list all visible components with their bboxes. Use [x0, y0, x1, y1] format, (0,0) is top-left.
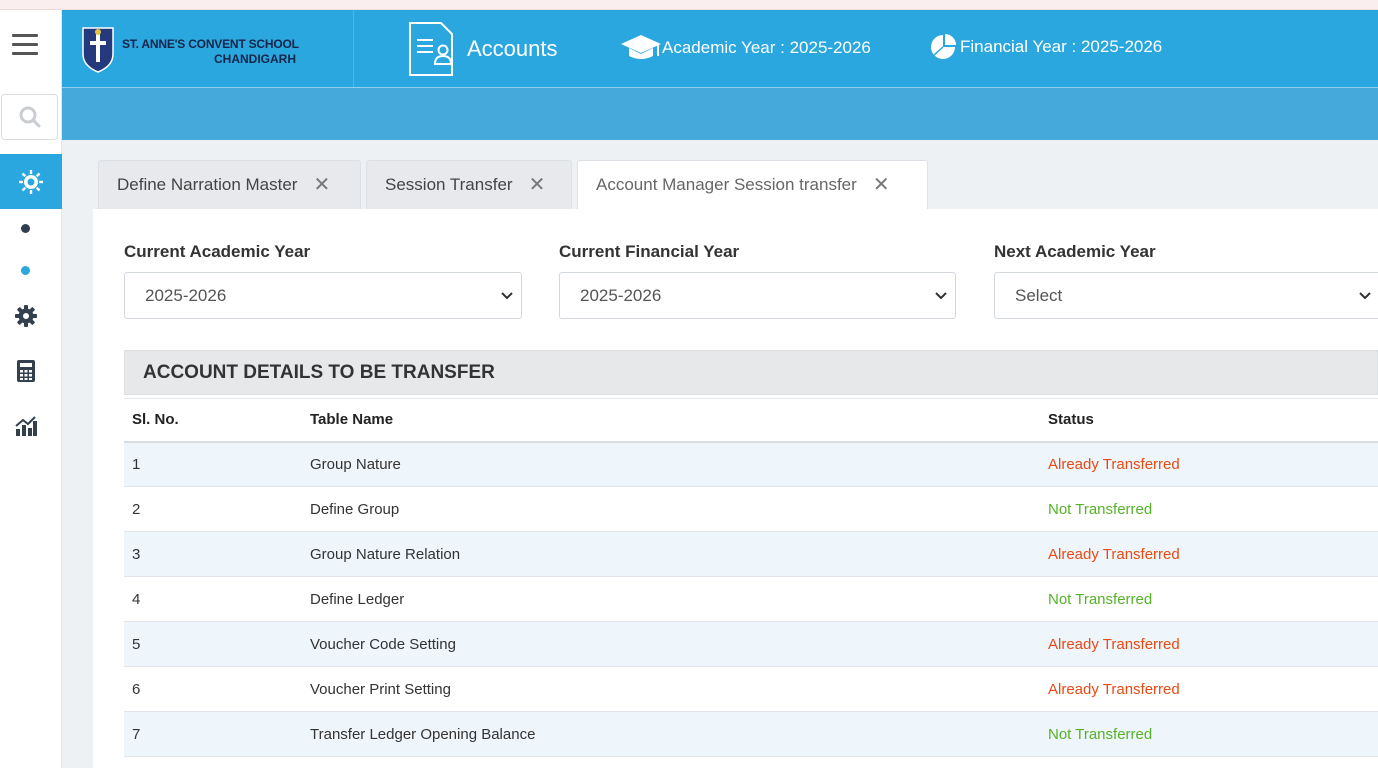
financial-year-label: Financial Year : 2025-2026: [960, 37, 1163, 56]
close-icon[interactable]: ✕: [313, 175, 330, 195]
cell-table-name: Define Ledger: [302, 576, 1040, 622]
tab-label: Define Narration Master: [117, 175, 298, 194]
column-header-sl-no: Sl. No.: [124, 398, 302, 443]
current-financial-year-label: Current Financial Year: [559, 242, 740, 261]
cell-status: Not Transferred: [1040, 711, 1378, 757]
calculator-icon[interactable]: [13, 358, 39, 384]
table-row[interactable]: 1 Group Nature Already Transferred: [124, 441, 1378, 487]
table-row[interactable]: 3 Group Nature Relation Already Transfer…: [124, 531, 1378, 577]
chevron-down-icon: [935, 292, 947, 300]
cell-status: Already Transferred: [1040, 666, 1378, 712]
cell-sl-no: 1: [124, 441, 302, 487]
cell-sl-no: 2: [124, 486, 302, 532]
academic-year-label: Academic Year : 2025-2026: [662, 38, 871, 57]
current-academic-year-select[interactable]: 2025-2026: [124, 272, 522, 319]
school-crest-logo: [82, 27, 114, 73]
section-header: ACCOUNT DETAILS TO BE TRANSFER: [124, 350, 1378, 395]
dot-icon[interactable]: [21, 224, 30, 233]
tab-session-transfer[interactable]: Session Transfer ✕: [366, 160, 572, 209]
table-row[interactable]: 7 Transfer Ledger Opening Balance Not Tr…: [124, 711, 1378, 757]
current-academic-year-label: Current Academic Year: [124, 242, 311, 261]
tab-define-narration-master[interactable]: Define Narration Master ✕: [98, 160, 361, 209]
graduation-cap-icon: [621, 35, 661, 59]
school-city: CHANDIGARH: [214, 52, 296, 66]
cell-status: Not Transferred: [1040, 576, 1378, 622]
top-border: [0, 0, 1378, 10]
tab-label: Session Transfer: [385, 175, 513, 194]
module-title: Accounts: [467, 36, 558, 61]
gear-icon[interactable]: [13, 303, 39, 329]
cell-sl-no: 7: [124, 711, 302, 757]
cell-status: Already Transferred: [1040, 441, 1378, 487]
transfer-table: Sl. No. Table Name Status 1 Group Nature…: [124, 398, 1378, 757]
chevron-down-icon: [1359, 292, 1371, 300]
sub-header-bar: [62, 88, 1378, 140]
select-value: Select: [1015, 285, 1063, 305]
chart-icon[interactable]: [13, 413, 39, 439]
chevron-down-icon: [501, 292, 513, 300]
school-logo-area[interactable]: ST. ANNE'S CONVENT SCHOOL CHANDIGARH: [62, 10, 354, 87]
cell-sl-no: 4: [124, 576, 302, 622]
close-icon[interactable]: ✕: [873, 175, 890, 195]
top-header: ST. ANNE'S CONVENT SCHOOL CHANDIGARH Acc…: [62, 10, 1378, 88]
table-row[interactable]: 5 Voucher Code Setting Already Transferr…: [124, 621, 1378, 667]
cell-status: Not Transferred: [1040, 486, 1378, 532]
cell-table-name: Group Nature Relation: [302, 531, 1040, 577]
school-name: ST. ANNE'S CONVENT SCHOOL: [122, 37, 299, 51]
sun-gear-icon: [19, 169, 43, 194]
cell-table-name: Group Nature: [302, 441, 1040, 487]
document-user-icon: [409, 22, 453, 76]
table-row[interactable]: 4 Define Ledger Not Transferred: [124, 576, 1378, 622]
search-icon: [19, 106, 40, 128]
left-sidebar: [0, 10, 62, 768]
cell-sl-no: 5: [124, 621, 302, 667]
pie-chart-icon: [931, 34, 956, 59]
table-row[interactable]: 2 Define Group Not Transferred: [124, 486, 1378, 532]
cell-status: Already Transferred: [1040, 531, 1378, 577]
sidebar-item-accounts[interactable]: [0, 154, 62, 209]
next-academic-year-select[interactable]: Select: [994, 272, 1378, 319]
column-header-table-name: Table Name: [302, 398, 1040, 443]
select-value: 2025-2026: [145, 285, 227, 305]
cell-sl-no: 3: [124, 531, 302, 577]
hamburger-menu-icon[interactable]: [12, 34, 38, 56]
academic-year-info: Academic Year : 2025-2026: [620, 34, 871, 62]
dot-icon[interactable]: [21, 266, 30, 275]
tab-label: Account Manager Session transfer: [596, 175, 857, 194]
financial-year-info: Financial Year : 2025-2026: [930, 34, 1162, 60]
close-icon[interactable]: ✕: [529, 175, 546, 195]
cell-table-name: Voucher Print Setting: [302, 666, 1040, 712]
cell-table-name: Define Group: [302, 486, 1040, 532]
module-title-area: Accounts: [407, 20, 558, 78]
tab-account-manager-session-transfer[interactable]: Account Manager Session transfer ✕: [577, 160, 928, 209]
sidebar-search-button[interactable]: [1, 94, 58, 140]
cell-table-name: Voucher Code Setting: [302, 621, 1040, 667]
next-academic-year-label: Next Academic Year: [994, 242, 1156, 261]
current-financial-year-select[interactable]: 2025-2026: [559, 272, 956, 319]
cell-sl-no: 6: [124, 666, 302, 712]
cell-status: Already Transferred: [1040, 621, 1378, 667]
select-value: 2025-2026: [580, 285, 662, 305]
table-header-row: Sl. No. Table Name Status: [124, 398, 1378, 443]
column-header-status: Status: [1040, 398, 1378, 443]
table-row[interactable]: 6 Voucher Print Setting Already Transfer…: [124, 666, 1378, 712]
cell-table-name: Transfer Ledger Opening Balance: [302, 711, 1040, 757]
